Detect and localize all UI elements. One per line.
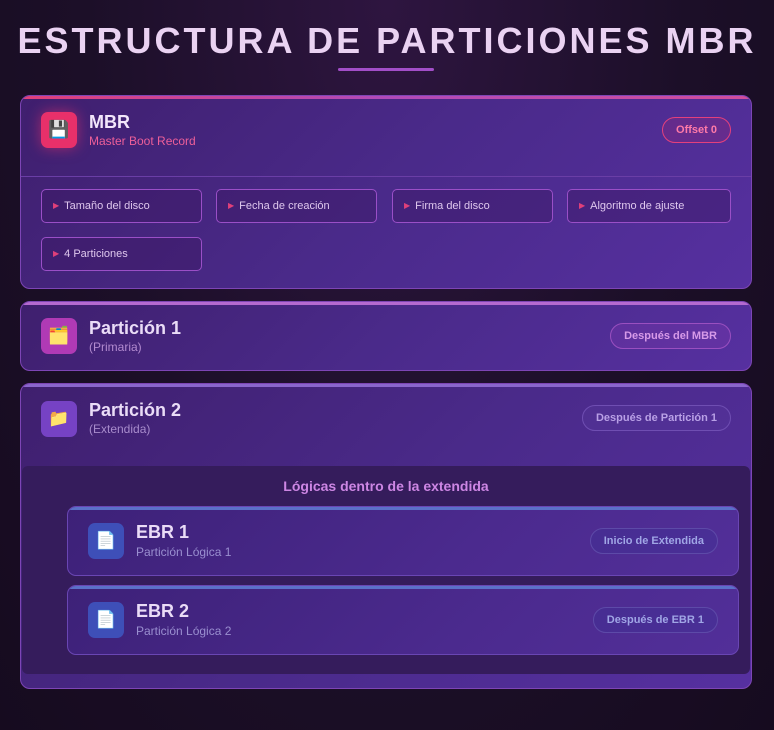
ebr-2-card: 📄 EBR 2 Partición Lógica 2 Después de EB… — [67, 585, 739, 655]
mbr-divider — [21, 176, 751, 177]
ebr-1-subtitle: Partición Lógica 1 — [136, 545, 232, 559]
mbr-field-label: 4 Particiones — [64, 248, 128, 260]
folder-tabs-icon: 🗂️ — [41, 318, 77, 354]
partition-2-badge: Después de Partición 1 — [581, 405, 731, 431]
folder-icon: 📁 — [41, 401, 77, 437]
mbr-field-partitions: ▶ 4 Particiones — [41, 237, 202, 271]
partition-1-badge: Después del MBR — [610, 323, 731, 349]
mbr-field-disk-size: ▶ Tamaño del disco — [41, 189, 202, 223]
mbr-field-label: Tamaño del disco — [64, 200, 150, 212]
mbr-field-creation-date: ▶ Fecha de creación — [216, 189, 377, 223]
partition-1-subtitle: (Primaria) — [89, 340, 142, 354]
arrow-right-icon: ▶ — [53, 201, 60, 210]
mbr-field-label: Fecha de creación — [239, 200, 330, 212]
partition-2-title: Partición 2 — [89, 400, 182, 420]
partition-1-card: 🗂️ Partición 1 (Primaria) Después del MB… — [20, 301, 752, 371]
title-underline — [338, 68, 434, 71]
mbr-field-label: Firma del disco — [415, 200, 490, 212]
ebr-2-title: EBR 2 — [136, 601, 190, 621]
mbr-field-fit-algorithm: ▶ Algoritmo de ajuste — [567, 189, 731, 223]
mbr-field-label: Algoritmo de ajuste — [590, 200, 685, 212]
arrow-right-icon: ▶ — [228, 201, 235, 210]
partition-2-card: 📁 Partición 2 (Extendida) Después de Par… — [20, 383, 752, 689]
logical-partitions-label: Lógicas dentro de la extendida — [283, 478, 489, 494]
document-icon: 📄 — [88, 602, 124, 638]
ebr-1-badge: Inicio de Extendida — [589, 528, 718, 554]
arrow-right-icon: ▶ — [53, 249, 60, 258]
arrow-right-icon: ▶ — [404, 201, 411, 210]
mbr-subtitle: Master Boot Record — [89, 134, 196, 148]
arrow-right-icon: ▶ — [579, 201, 586, 210]
logical-partitions-container: Lógicas dentro de la extendida 📄 EBR 1 P… — [22, 466, 750, 674]
mbr-title: MBR — [89, 112, 130, 132]
mbr-card: 💾 MBR Master Boot Record Offset 0 ▶ Tamañ… — [20, 95, 752, 289]
ebr-2-subtitle: Partición Lógica 2 — [136, 624, 232, 638]
page-title: ESTRUCTURA DE PARTICIONES MBR — [17, 20, 757, 61]
ebr-1-card: 📄 EBR 1 Partición Lógica 1 Inicio de Ext… — [67, 506, 739, 576]
floppy-disk-icon: 💾 — [41, 112, 77, 148]
document-icon: 📄 — [88, 523, 124, 559]
ebr-2-badge: Después de EBR 1 — [592, 607, 718, 633]
mbr-offset-badge: Offset 0 — [662, 117, 731, 143]
partition-1-title: Partición 1 — [89, 318, 182, 338]
partition-2-subtitle: (Extendida) — [89, 422, 151, 436]
ebr-1-title: EBR 1 — [136, 522, 190, 542]
mbr-field-disk-signature: ▶ Firma del disco — [392, 189, 553, 223]
